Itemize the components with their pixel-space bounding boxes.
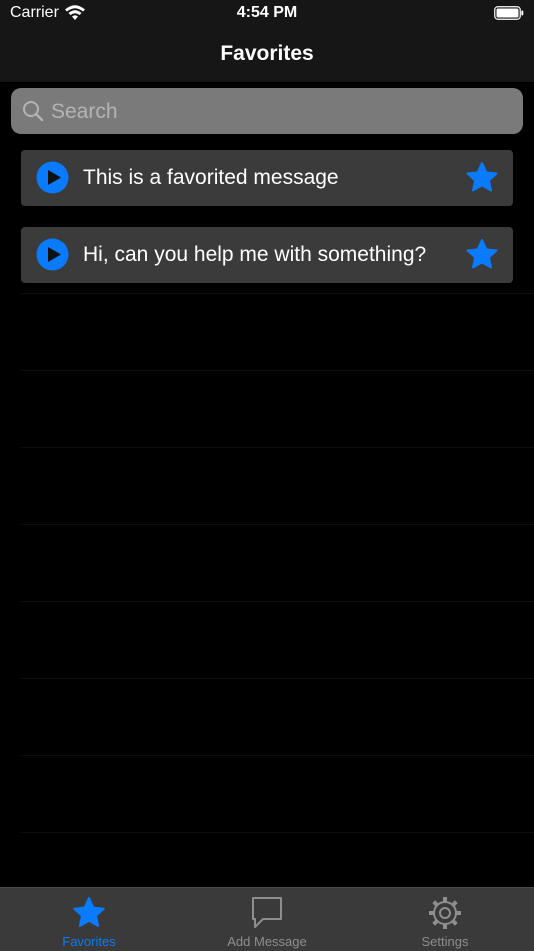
star-icon[interactable]: [465, 238, 499, 272]
tab-label: Settings: [421, 934, 469, 949]
search-field[interactable]: [11, 88, 523, 136]
star-icon: [73, 897, 105, 927]
row-separator: [21, 447, 534, 448]
row-separator: [21, 832, 534, 833]
search-icon: [23, 101, 44, 122]
status-bar: Carrier 4:54 PM: [0, 0, 534, 28]
battery-icon: [494, 6, 524, 20]
tab-settings[interactable]: Settings: [356, 888, 534, 951]
search-input[interactable]: [49, 88, 513, 136]
list-item[interactable]: This is a favorited message: [21, 150, 513, 206]
tab-bar: Favorites Add Message Settings: [0, 887, 534, 951]
message-text: Hi, can you help me with something?: [83, 243, 427, 266]
speech-bubble-icon: [252, 897, 282, 928]
row-separator: [21, 601, 534, 602]
list-item[interactable]: Hi, can you help me with something?: [21, 227, 513, 283]
star-icon[interactable]: [465, 161, 499, 195]
tab-add-message[interactable]: Add Message: [178, 888, 356, 951]
tab-favorites[interactable]: Favorites: [0, 888, 178, 951]
gear-icon: [429, 897, 461, 929]
search-bar: [0, 82, 534, 138]
row-separator: [21, 755, 534, 756]
row-separator: [21, 370, 534, 371]
navigation-bar: Favorites: [0, 28, 534, 83]
play-icon[interactable]: [36, 161, 69, 194]
message-text: This is a favorited message: [83, 166, 339, 189]
play-icon[interactable]: [36, 238, 69, 271]
row-separator: [21, 524, 534, 525]
row-separator: [21, 678, 534, 679]
tab-label: Favorites: [62, 934, 116, 949]
page-title: Favorites: [220, 42, 314, 65]
clock: 4:54 PM: [236, 4, 298, 21]
row-separator: [21, 293, 534, 294]
tab-label: Add Message: [227, 934, 307, 949]
